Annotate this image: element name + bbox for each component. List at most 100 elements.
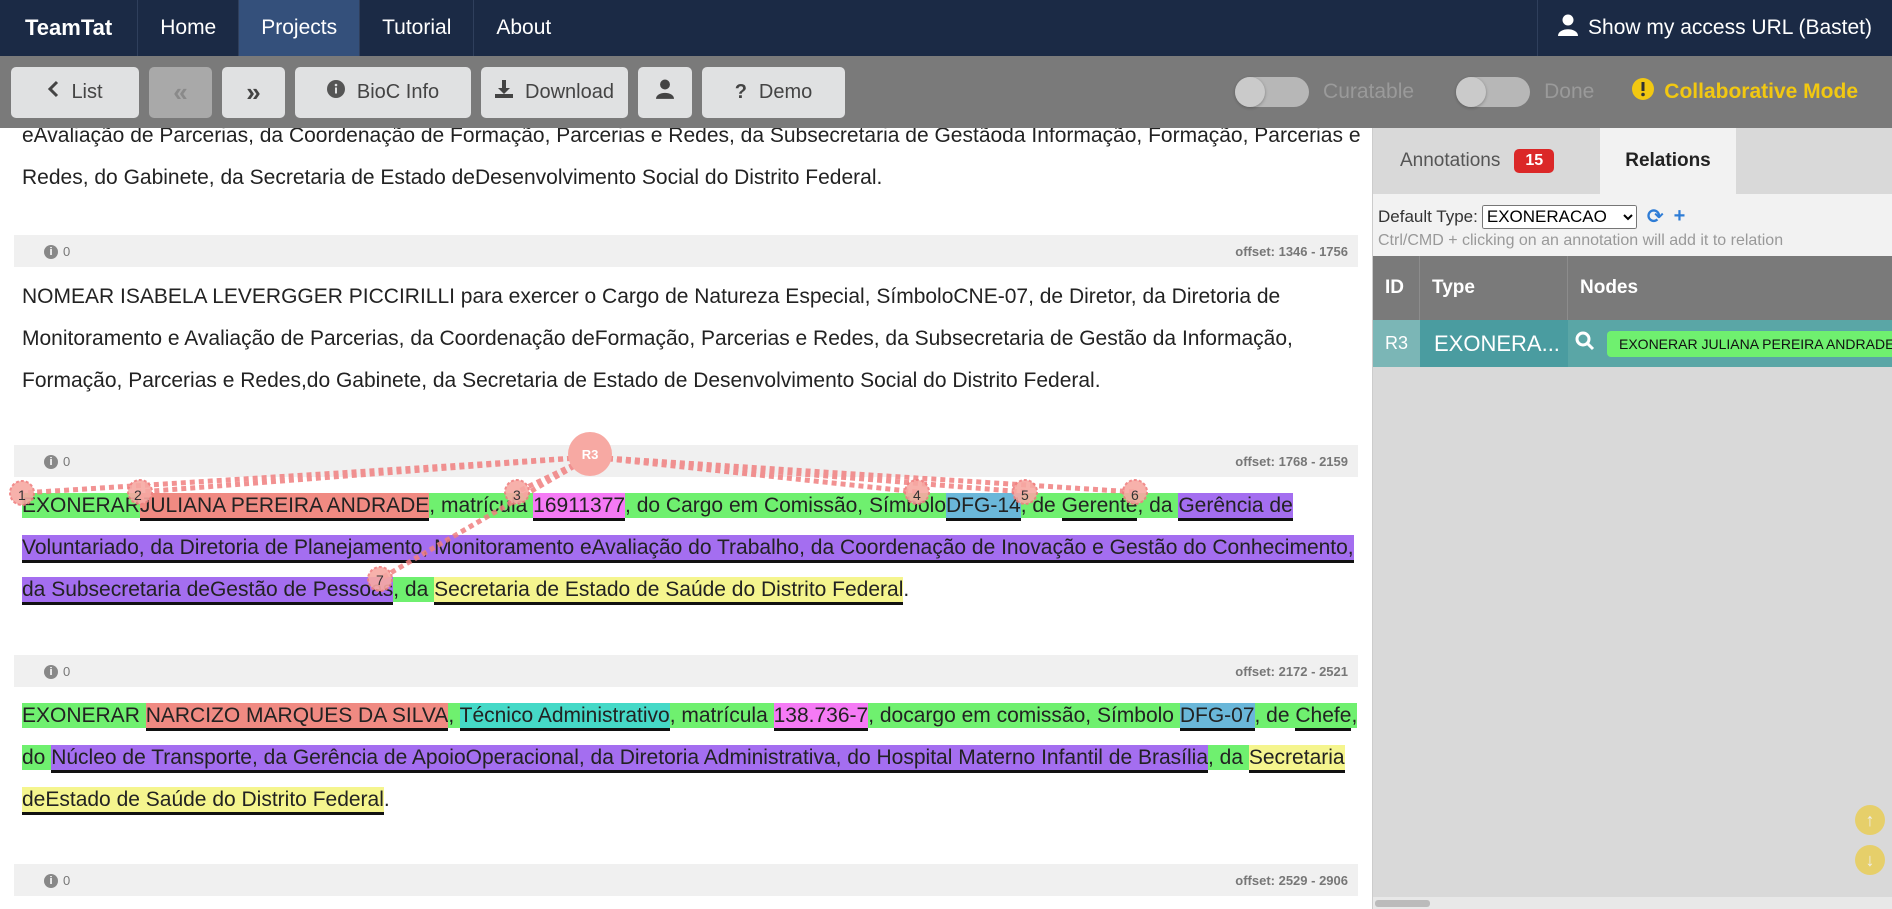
demo-button[interactable]: ? Demo [702,66,845,118]
passage-text-1: NOMEAR ISABELA LEVERGGER PICCIRILLI para… [22,285,1293,392]
annotation-cargo[interactable]: Chefe [1295,703,1352,731]
plus-icon[interactable]: + [1674,205,1686,228]
passage-meta-bar: i0 offset: 2529 - 2906 [14,864,1358,896]
download-label: Download [525,80,614,103]
annotation-count: 0 [63,244,71,259]
side-panel: Annotations 15 Relations Default Type: E… [1373,128,1892,909]
relation-id: R3 [1373,320,1420,367]
done-toggle[interactable]: Done [1456,77,1594,107]
download-icon [495,80,514,104]
annotation-text[interactable]: , docargo em comissão, Símbolo [868,703,1180,728]
relation-node-chip[interactable]: EXONERAR JULIANA PEREIRA ANDRADE [1607,330,1892,357]
passage-text-2: EXONERARJULIANA PEREIRA ANDRADE, matrícu… [22,485,1362,611]
passage-offset: offset: 1768 - 2159 [1235,454,1348,469]
annotation-text[interactable]: , da [393,577,435,602]
tab-relations[interactable]: Relations [1600,128,1736,194]
annotation-cargo-efetivo[interactable]: Técnico Administrativo [459,703,670,731]
annotation-text[interactable]: , do Cargo em Comissão, Símbolo [625,493,947,518]
curatable-label: Curatable [1323,80,1415,103]
bioc-info-label: BioC Info [356,80,440,103]
period: . [383,788,390,811]
search-icon[interactable] [1575,331,1595,357]
list-button[interactable]: List [11,66,139,118]
done-switch[interactable] [1456,77,1531,107]
passage-line: Redes, do Gabinete, da Secretaria de Est… [22,166,883,189]
scroll-down-icon[interactable]: ↓ [1855,845,1885,875]
double-chevron-left-icon: « [173,76,188,107]
nav-about[interactable]: About [473,0,573,56]
annotation-text[interactable]: , da [1137,493,1179,518]
passage-meta-bar: i0 offset: 1768 - 2159 [14,445,1358,477]
nav-projects[interactable]: Projects [238,0,360,56]
column-nodes[interactable]: Nodes [1568,256,1892,320]
nav-tutorial[interactable]: Tutorial [359,0,473,56]
annotation-text[interactable]: , matrícula [429,493,534,518]
annotation-count: 0 [63,873,71,888]
column-id[interactable]: ID [1373,256,1420,320]
annotation-text[interactable]: , [448,703,460,728]
annotation-cargo[interactable]: Gerente [1061,493,1138,521]
annotation-count: 0 [63,454,71,469]
curatable-toggle[interactable]: Curatable [1235,77,1414,107]
scroll-up-icon[interactable]: ↑ [1855,805,1885,835]
collaborative-mode-indicator: Collaborative Mode [1632,78,1858,106]
annotation-text[interactable]: , de [1254,703,1296,728]
passage-offset: offset: 2529 - 2906 [1235,873,1348,888]
annotation-text[interactable]: , de [1020,493,1062,518]
info-icon[interactable]: i [44,454,58,469]
passage-offset: offset: 2172 - 2521 [1235,664,1348,679]
relation-tools: Default Type: EXONERACAO ⟳ + Ctrl/CMD + … [1373,194,1892,256]
column-type[interactable]: Type [1420,256,1568,320]
annotations-count-badge: 15 [1514,149,1555,173]
nav-home[interactable]: Home [137,0,238,56]
tab-annotations-label: Annotations [1400,150,1501,171]
annotation-secretaria[interactable]: Secretaria de Estado de Saúde do Distrit… [434,577,904,605]
relation-hint: Ctrl/CMD + clicking on an annotation wil… [1378,232,1784,249]
demo-label: Demo [758,80,813,103]
next-document-button[interactable]: » [222,66,285,118]
annotation-orgao[interactable]: Núcleo de Transporte, da Gerência de Apo… [51,745,1208,773]
default-type-select[interactable]: EXONERACAO [1481,204,1637,229]
horizontal-scrollbar[interactable] [1373,897,1892,909]
annotation-matricula[interactable]: 16911377 [533,493,626,521]
tab-annotations[interactable]: Annotations 15 [1400,128,1555,194]
prev-document-button[interactable]: « [149,66,212,118]
document-pane: eAvaliação de Parcerias, da Coordenação … [0,128,1372,909]
passage-meta-bar: i0 offset: 2172 - 2521 [14,655,1358,687]
relations-table-header: ID Type Nodes [1373,256,1892,320]
annotation-matricula[interactable]: 138.736-7 [773,703,869,731]
relation-row[interactable]: R3 EXONERA... EXONERAR JULIANA PEREIRA A… [1373,320,1892,367]
annotation-exonerar[interactable]: EXONERAR [22,493,140,518]
user-button[interactable] [638,66,692,118]
passage-text-3: EXONERAR NARCIZO MARQUES DA SILVA, Técni… [22,695,1362,821]
info-icon[interactable]: i [44,873,58,888]
annotation-text[interactable]: , matrícula [669,703,774,728]
annotation-person[interactable]: NARCIZO MARQUES DA SILVA [145,703,449,731]
list-label: List [71,80,103,103]
top-nav: TeamTat Home Projects Tutorial About Sho… [0,0,1892,56]
passage-offset: offset: 1346 - 1756 [1235,244,1348,259]
brand-logo[interactable]: TeamTat [0,0,137,56]
annotation-simbolo[interactable]: DFG-14 [946,493,1021,521]
annotation-person[interactable]: JULIANA PEREIRA ANDRADE [139,493,430,521]
access-url-button[interactable]: Show my access URL (Bastet) [1537,0,1892,56]
toolbar: List « » BioC Info Download ? Demo Curat… [0,56,1892,128]
info-icon[interactable]: i [44,664,58,679]
warning-circle-icon [1632,78,1655,106]
passage-line: eAvaliação de Parcerias, da Coordenação … [22,128,1361,147]
user-icon [656,79,674,105]
curatable-switch[interactable] [1235,77,1310,107]
panel-tabs: Annotations 15 Relations [1373,128,1892,194]
refresh-icon[interactable]: ⟳ [1647,204,1664,229]
passage-meta-bar: i0 offset: 1346 - 1756 [14,235,1358,267]
relation-type: EXONERA... [1420,320,1568,367]
annotation-exonerar[interactable]: EXONERAR [22,703,146,728]
annotation-simbolo[interactable]: DFG-07 [1179,703,1255,731]
bioc-info-button[interactable]: BioC Info [295,66,471,118]
relation-nodes-cell: EXONERAR JULIANA PEREIRA ANDRADE [1575,320,1892,367]
access-url-label: Show my access URL (Bastet) [1588,16,1872,39]
annotation-text[interactable]: , da [1208,745,1249,770]
info-icon[interactable]: i [44,244,58,259]
scrollbar-thumb[interactable] [1375,900,1430,907]
download-button[interactable]: Download [481,66,628,118]
